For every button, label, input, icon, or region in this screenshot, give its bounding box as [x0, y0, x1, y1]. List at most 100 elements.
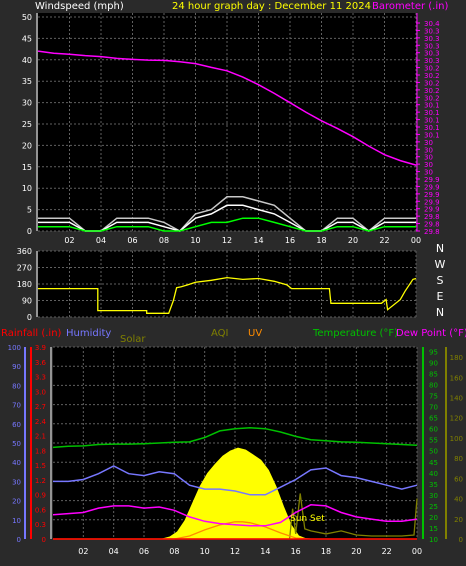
temperature-y-tick-label: 35 [429, 481, 438, 489]
barometer-y-tick-label: 30.2 [424, 94, 440, 102]
x-tick-label: 18 [316, 236, 326, 245]
humidity-y-tick-label: 50 [12, 440, 21, 448]
x-tick-label: 06 [127, 236, 137, 245]
x-tick-label: 18 [321, 547, 331, 556]
rain-y-tick-label: 2.7 [35, 403, 46, 411]
direction-y-tick-label: 0 [27, 313, 32, 322]
wind-y-tick-label: 5 [27, 206, 32, 215]
barometer-y-tick-label: 30 [424, 139, 433, 147]
wind-y-tick-label: 15 [22, 163, 32, 172]
humidity-y-tick-label: 80 [12, 382, 21, 390]
wind-y-tick-label: 20 [22, 141, 32, 150]
solar-y-tick-label: 60 [454, 475, 463, 483]
wind-y-tick-label: 40 [22, 56, 32, 65]
barometer-y-tick-label: 30.3 [424, 50, 440, 58]
barometer-y-tick-label: 30.1 [424, 102, 440, 110]
temperature-y-tick-label: 70 [429, 404, 438, 412]
temperature-y-tick-label: 20 [429, 514, 438, 522]
temperature-y-tick-label: 75 [429, 393, 438, 401]
humidity-y-tick-label: 60 [12, 421, 21, 429]
humidity-y-tick-label: 40 [12, 459, 21, 467]
x-tick-label: 22 [382, 547, 392, 556]
barometer-y-tick-label: 29.8 [424, 221, 440, 229]
temperature-y-tick-label: 80 [429, 382, 438, 390]
x-tick-label: 08 [169, 547, 179, 556]
rain-y-tick-label: 0.6 [35, 506, 47, 514]
legend-temperature: Temperature (°F) [312, 328, 398, 339]
x-tick-label: 16 [285, 236, 295, 245]
humidity-y-tick-label: 30 [12, 478, 21, 486]
rain-y-tick-label: 0.3 [35, 521, 46, 529]
legend-rainfall: Rainfall (.in) [1, 328, 62, 339]
rain-y-tick-label: 1.2 [35, 477, 46, 485]
x-tick-label: 10 [200, 547, 210, 556]
x-tick-label: 10 [190, 236, 200, 245]
solar-y-tick-label: 20 [454, 516, 463, 524]
barometer-y-tick-label: 30.3 [424, 42, 440, 50]
barometer-y-tick-label: 30.3 [424, 35, 440, 43]
x-tick-label: 02 [64, 236, 74, 245]
barometer-axis-label: Barometer (.in) [372, 1, 448, 12]
barometer-y-tick-label: 30.1 [424, 124, 440, 132]
x-tick-label: 14 [253, 236, 263, 245]
compass-label: E [437, 290, 444, 303]
legend-aqi: AQI [211, 328, 229, 339]
x-tick-label: 14 [260, 547, 270, 556]
rain-y-tick-label: 2.1 [35, 433, 46, 441]
x-tick-label: 12 [222, 236, 232, 245]
barometer-y-tick-label: 30.1 [424, 109, 440, 117]
wind-y-tick-label: 45 [22, 34, 32, 43]
wind-y-tick-label: 10 [22, 184, 32, 193]
solar-y-tick-label: 0 [459, 536, 463, 544]
solar-y-tick-label: 160 [450, 374, 463, 382]
humidity-y-tick-label: 70 [12, 402, 21, 410]
rain-y-tick-label: 3.6 [35, 359, 47, 367]
temperature-y-tick-label: 50 [429, 448, 438, 456]
rain-y-tick-label: 1.5 [35, 462, 46, 470]
temperature-y-tick-label: 65 [429, 415, 438, 423]
x-tick-label: 00 [411, 236, 421, 245]
wind-y-tick-label: 35 [22, 77, 32, 86]
temperature-y-tick-label: 60 [429, 426, 438, 434]
humidity-y-tick-label: 0 [17, 536, 21, 544]
legend-humidity: Humidity [66, 328, 111, 339]
temperature-y-tick-label: 40 [429, 470, 438, 478]
barometer-y-tick-label: 29.9 [424, 176, 440, 184]
barometer-y-tick-label: 30.1 [424, 131, 440, 139]
x-tick-label: 16 [291, 547, 301, 556]
solar-y-tick-label: 80 [454, 455, 463, 463]
humidity-y-tick-label: 20 [12, 498, 21, 506]
temperature-y-tick-label: 55 [429, 437, 438, 445]
barometer-y-tick-label: 30 [424, 146, 433, 154]
rain-y-tick-label: 3.3 [35, 374, 46, 382]
direction-y-tick-label: 360 [17, 247, 32, 256]
barometer-y-tick-label: 29.9 [424, 206, 440, 214]
humidity-y-tick-label: 10 [12, 517, 21, 525]
x-tick-label: 12 [230, 547, 240, 556]
rain-y-tick-label: 0.9 [35, 492, 46, 500]
x-tick-label: 04 [96, 236, 106, 245]
rain-y-tick-label: 1.8 [35, 447, 46, 455]
wind-y-tick-label: 25 [22, 120, 32, 129]
compass-label: S [437, 274, 444, 287]
temperature-y-tick-label: 25 [429, 503, 438, 511]
barometer-y-tick-label: 29.8 [424, 228, 440, 236]
compass-label: W [435, 258, 446, 271]
barometer-y-tick-label: 29.9 [424, 191, 440, 199]
barometer-y-tick-label: 30.2 [424, 65, 440, 73]
graph-title: 24 hour graph day : December 11 2024 [172, 1, 371, 12]
barometer-y-tick-label: 30.2 [424, 79, 440, 87]
x-tick-label: 08 [159, 236, 169, 245]
direction-y-tick-label: 90 [22, 297, 32, 306]
solar-y-tick-label: 120 [450, 415, 463, 423]
humidity-y-tick-label: 90 [12, 363, 21, 371]
temperature-y-tick-label: 10 [429, 536, 438, 544]
x-tick-label: 20 [348, 236, 358, 245]
barometer-y-tick-label: 30 [424, 169, 433, 177]
compass-label: N [436, 306, 444, 319]
weather-graph: Windspeed (mph) 24 hour graph day : Dece… [0, 0, 466, 566]
wind-y-tick-label: 50 [22, 13, 32, 22]
barometer-y-tick-label: 30.4 [424, 20, 440, 28]
barometer-y-tick-label: 30 [424, 154, 433, 162]
barometer-y-tick-label: 30 [424, 161, 433, 169]
